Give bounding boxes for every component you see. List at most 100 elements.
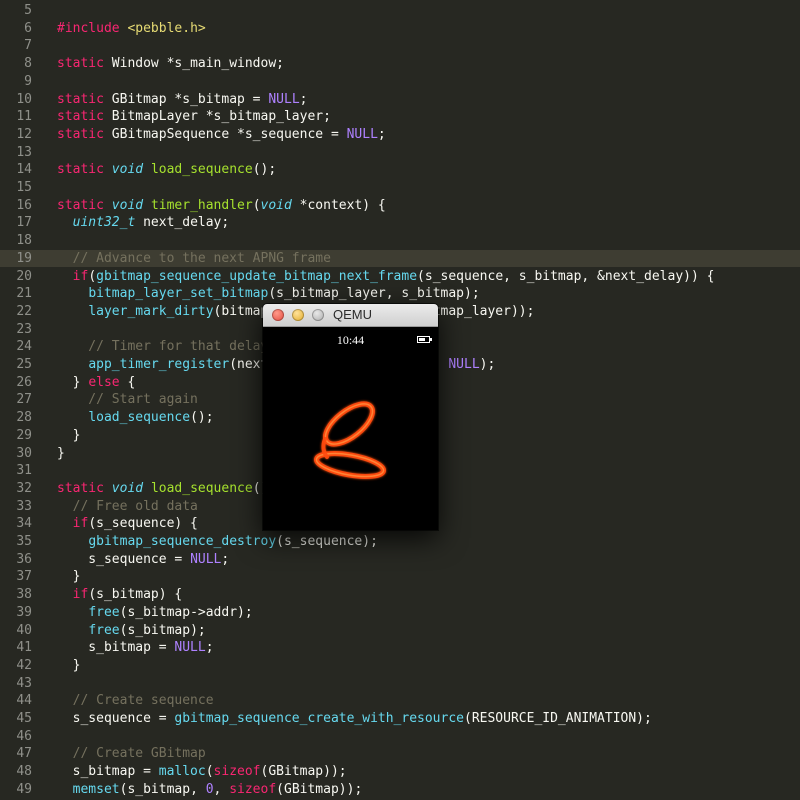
window-title: QEMU — [333, 307, 372, 322]
line-number: 25 — [16, 357, 32, 372]
code-token: app_timer_register — [88, 357, 230, 372]
code-line[interactable]: 38 if(s_bitmap) { — [0, 586, 800, 604]
qemu-title-bar[interactable]: QEMU — [263, 304, 438, 327]
code-token: (s_bitmap->addr); — [119, 604, 253, 620]
code-line[interactable]: 40 free(s_bitmap); — [0, 622, 800, 640]
line-number: 18 — [16, 233, 32, 249]
line-number: 32 — [16, 480, 32, 496]
code-line[interactable]: 42 } — [0, 657, 800, 675]
code-line[interactable]: 20 if(gbitmap_sequence_update_bitmap_nex… — [0, 268, 800, 286]
code-line[interactable]: 6 #include <pebble.h> — [0, 20, 800, 38]
minimize-icon[interactable] — [292, 309, 304, 321]
code-text: uint32_t next_delay; — [57, 214, 230, 232]
code-line[interactable]: 10 static GBitmap *s_bitmap = NULL; — [0, 91, 800, 109]
battery-icon — [417, 336, 432, 343]
apng-animation — [313, 401, 387, 479]
code-text: static void timer_handler(void *context)… — [57, 197, 386, 215]
code-line[interactable]: 11 static BitmapLayer *s_bitmap_layer; — [0, 108, 800, 126]
code-token: memset — [72, 781, 120, 797]
code-token: if — [72, 268, 89, 284]
line-number: 45 — [16, 711, 32, 726]
code-token: // Free old data — [57, 498, 198, 514]
zoom-icon[interactable] — [312, 309, 324, 321]
code-line[interactable]: 35 gbitmap_sequence_destroy(s_sequence); — [0, 533, 800, 551]
code-token: static — [57, 109, 112, 125]
code-line[interactable]: 39 free(s_bitmap->addr); — [0, 604, 800, 622]
code-token: NULL — [268, 91, 300, 107]
code-text: } else { — [57, 374, 136, 392]
code-line[interactable]: 43 — [0, 675, 800, 693]
qemu-window[interactable]: QEMU 10:44 — [263, 304, 438, 530]
code-line[interactable]: 21 bitmap_layer_set_bitmap(s_bitmap_laye… — [0, 285, 800, 303]
code-line[interactable]: 9 — [0, 73, 800, 91]
code-line[interactable]: 46 — [0, 728, 800, 746]
code-line[interactable]: 18 — [0, 232, 800, 250]
code-line[interactable]: 8 static Window *s_main_window; — [0, 55, 800, 73]
code-text: if(s_bitmap) { — [57, 586, 183, 604]
code-token: sizeof — [229, 781, 277, 797]
code-line[interactable]: 16 static void timer_handler(void *contex… — [0, 197, 800, 215]
code-line[interactable]: 12 static GBitmapSequence *s_sequence = N… — [0, 126, 800, 144]
code-token: (GBitmap)); — [276, 781, 363, 797]
code-token: // Start again — [57, 392, 198, 408]
code-text: s_bitmap = malloc(sizeof(GBitmap)); — [57, 763, 347, 781]
code-line[interactable]: 48 s_bitmap = malloc(sizeof(GBitmap)); — [0, 763, 800, 781]
line-number: 16 — [16, 197, 32, 213]
code-text: static void load_sequence(); — [57, 161, 276, 179]
line-number: 11 — [16, 109, 32, 125]
code-token: 0 — [205, 781, 214, 797]
code-token: static — [57, 91, 112, 107]
code-token: if — [72, 587, 89, 603]
code-token: static — [57, 56, 112, 72]
code-text: // Start again — [57, 391, 198, 409]
code-token: (s_sequence); — [276, 534, 378, 549]
code-text: } — [57, 657, 81, 675]
code-token: , — [213, 781, 230, 797]
line-number: 9 — [24, 73, 32, 89]
code-line[interactable]: 49 memset(s_bitmap, 0, sizeof(GBitmap)); — [0, 781, 800, 799]
code-line[interactable]: 36 s_sequence = NULL; — [0, 551, 800, 569]
code-text: static Window *s_main_window; — [57, 55, 284, 73]
code-token: else — [88, 374, 120, 390]
code-line[interactable]: 37 } — [0, 568, 800, 586]
code-token: } — [57, 569, 81, 585]
line-number: 12 — [16, 126, 32, 142]
line-number: 20 — [16, 268, 32, 284]
code-line[interactable]: 5 — [0, 2, 800, 20]
code-text: // Create GBitmap — [57, 745, 206, 763]
code-token: free — [88, 604, 120, 620]
code-line[interactable]: 45 s_sequence = gbitmap_sequence_create_… — [0, 710, 800, 728]
code-token: ( — [252, 197, 261, 213]
code-line[interactable]: 17 uint32_t next_delay; — [0, 214, 800, 232]
code-token: static — [57, 162, 112, 178]
code-line[interactable]: 7 — [0, 37, 800, 55]
code-token: void — [111, 197, 151, 213]
line-number: 13 — [16, 144, 32, 160]
code-line[interactable]: 41 s_bitmap = NULL; — [0, 639, 800, 657]
close-icon[interactable] — [272, 309, 284, 321]
code-line[interactable]: 44 // Create sequence — [0, 692, 800, 710]
code-line[interactable]: 15 — [0, 179, 800, 197]
code-line[interactable]: 13 — [0, 144, 800, 162]
line-number: 6 — [24, 20, 32, 36]
code-text: } — [57, 427, 81, 445]
line-number: 23 — [16, 321, 32, 337]
code-token: ; — [299, 91, 308, 107]
line-number: 30 — [16, 445, 32, 461]
code-token: free — [88, 622, 120, 638]
code-token: s_bitmap = — [57, 640, 175, 656]
code-line[interactable]: 19 // Advance to the next APNG frame — [0, 249, 800, 268]
code-token: load_sequence — [150, 162, 253, 178]
code-line[interactable]: 14 static void load_sequence(); — [0, 161, 800, 179]
code-text: #include <pebble.h> — [57, 20, 206, 38]
line-number: 42 — [16, 657, 32, 673]
line-number: 34 — [16, 516, 32, 532]
code-token: // Timer for that delay — [57, 339, 269, 355]
code-text: free(s_bitmap->addr); — [57, 604, 253, 622]
code-text: // Create sequence — [57, 692, 214, 710]
code-line[interactable]: 47 // Create GBitmap — [0, 745, 800, 763]
